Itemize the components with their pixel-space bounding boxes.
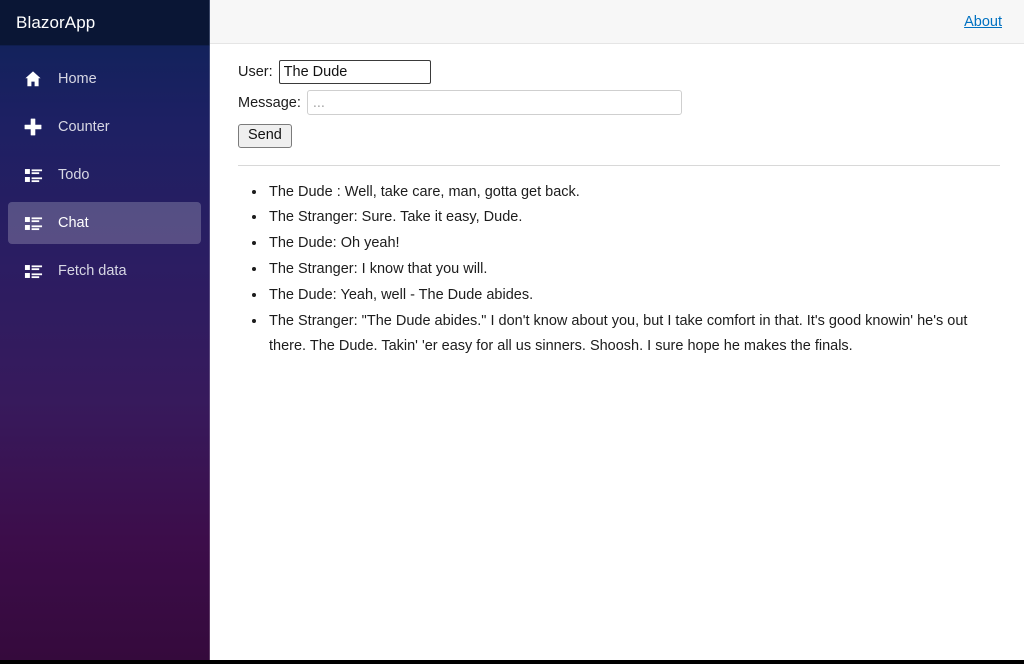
- list-item: The Stranger: "The Dude abides." I don't…: [267, 309, 1000, 361]
- sidebar-nav: Home Counter Todo Chat Fetch data: [0, 45, 209, 295]
- section-divider: [238, 164, 1000, 166]
- list-rich-icon: [22, 260, 44, 282]
- sidebar-item-todo[interactable]: Todo: [8, 154, 201, 196]
- user-input[interactable]: [278, 60, 431, 84]
- message-input[interactable]: [306, 90, 682, 115]
- sidebar-item-label: Chat: [58, 215, 89, 231]
- list-item: The Dude: Yeah, well - The Dude abides.: [267, 283, 1000, 309]
- plus-icon: [22, 116, 44, 138]
- home-icon: [22, 68, 44, 90]
- about-link[interactable]: About: [964, 14, 1002, 30]
- sidebar-item-label: Fetch data: [58, 263, 127, 279]
- sidebar-item-label: Todo: [58, 167, 90, 183]
- sidebar-item-fetch-data[interactable]: Fetch data: [8, 250, 201, 292]
- user-label: User:: [238, 64, 273, 80]
- list-rich-icon: [22, 164, 44, 186]
- send-row: Send: [238, 121, 1000, 148]
- list-item: The Dude : Well, take care, man, gotta g…: [267, 180, 1000, 206]
- page-content: User: Message: Send The Dude : Well, tak…: [210, 44, 1024, 660]
- sidebar-item-label: Home: [58, 71, 97, 87]
- app-window: BlazorApp Home Counter Todo Chat Fetch d…: [0, 0, 1024, 660]
- sidebar: BlazorApp Home Counter Todo Chat Fetch d…: [0, 0, 210, 660]
- app-brand-title: BlazorApp: [16, 12, 96, 32]
- message-row: Message:: [238, 90, 1000, 115]
- user-row: User:: [238, 60, 1000, 84]
- list-item: The Dude: Oh yeah!: [267, 231, 1000, 257]
- top-bar: About: [210, 0, 1024, 44]
- list-rich-icon: [22, 212, 44, 234]
- list-item: The Stranger: Sure. Take it easy, Dude.: [267, 205, 1000, 231]
- list-item: The Stranger: I know that you will.: [267, 257, 1000, 283]
- sidebar-item-counter[interactable]: Counter: [8, 106, 201, 148]
- sidebar-item-home[interactable]: Home: [8, 58, 201, 100]
- send-button[interactable]: Send: [238, 124, 292, 148]
- main-area: About User: Message: Send The Dude : Wel…: [210, 0, 1024, 660]
- message-label: Message:: [238, 94, 301, 111]
- sidebar-item-label: Counter: [58, 119, 110, 135]
- sidebar-item-chat[interactable]: Chat: [8, 202, 201, 244]
- chat-message-list: The Dude : Well, take care, man, gotta g…: [238, 180, 1000, 361]
- brand-bar: BlazorApp: [0, 0, 209, 45]
